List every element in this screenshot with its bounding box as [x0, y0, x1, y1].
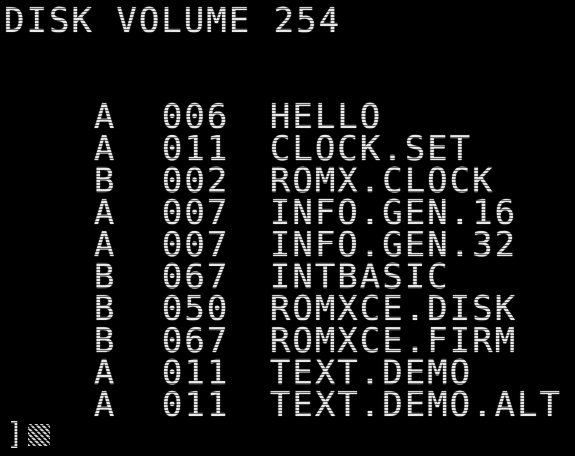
apple-ii-text-screen: DISK VOLUME 254 A 006 HELLO A 011 CLOCK.SET …	[0, 0, 575, 456]
catalog-entry[interactable]: B 067 ROMXCE.FIRM	[4, 296, 517, 358]
catalog-entry[interactable]: A 011 CLOCK.SET	[4, 104, 472, 166]
catalog-entry[interactable]: B 067 INTBASIC	[4, 232, 450, 294]
catalog-entry[interactable]: A 007 INFO.GEN.32	[4, 200, 517, 262]
command-prompt[interactable]: ]	[6, 417, 51, 452]
catalog-entry[interactable]: A 007 INFO.GEN.16	[4, 168, 517, 230]
blinking-cursor-icon[interactable]	[28, 424, 51, 446]
catalog-entry[interactable]: A 011 TEXT.DEMO	[4, 328, 472, 390]
catalog-entry[interactable]: B 002 ROMX.CLOCK	[4, 136, 495, 198]
prompt-symbol: ]	[6, 417, 27, 452]
sector-count: 011	[161, 385, 230, 425]
catalog-entry[interactable]: B 050 ROMXCE.DISK	[4, 264, 517, 326]
catalog-entry[interactable]: A 011 TEXT.DEMO.ALT	[4, 360, 562, 422]
file-name: TEXT.DEMO.ALT	[269, 385, 562, 425]
file-type: A	[93, 385, 117, 425]
disk-volume-header: DISK VOLUME 254	[4, 1, 342, 41]
catalog-entry[interactable]: A 006 HELLO	[4, 72, 382, 134]
